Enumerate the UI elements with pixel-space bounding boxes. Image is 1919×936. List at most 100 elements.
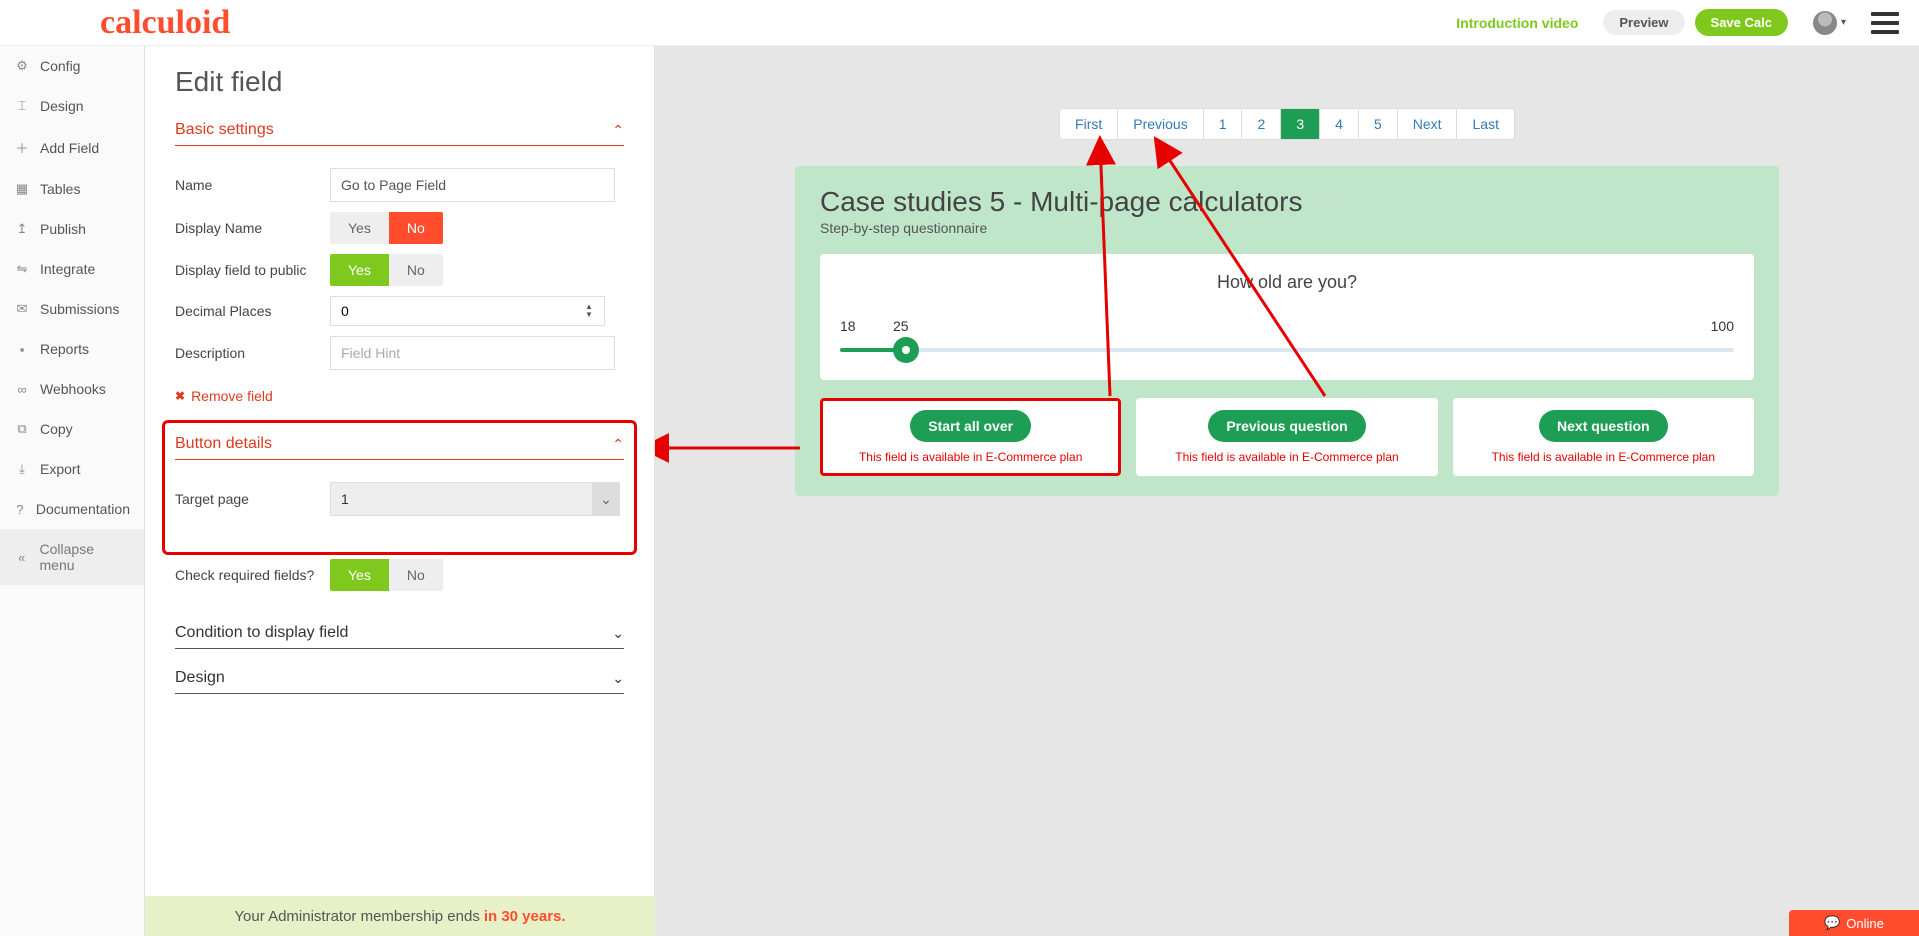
sidebar-item-publish[interactable]: ↥ Publish (0, 209, 144, 249)
display-name-toggle: Yes No (330, 212, 443, 244)
display-name-no[interactable]: No (389, 212, 443, 244)
pager-previous[interactable]: Previous (1118, 109, 1203, 139)
display-public-label: Display field to public (175, 262, 330, 278)
pager-last[interactable]: Last (1458, 109, 1514, 139)
description-input[interactable] (330, 336, 615, 370)
pager-page-1[interactable]: 1 (1204, 109, 1243, 139)
plus-icon: ＋ (14, 138, 30, 157)
question-card: How old are you? 18 25 100 (820, 254, 1754, 380)
save-calc-button[interactable]: Save Calc (1695, 9, 1788, 36)
export-icon: ⤓ (14, 461, 30, 477)
next-question-card: Next question This field is available in… (1453, 398, 1754, 476)
nav-buttons-row: Start all over This field is available i… (820, 398, 1754, 476)
name-input[interactable] (330, 168, 615, 202)
sidebar-item-label: Reports (40, 341, 89, 357)
sidebar-item-webhooks[interactable]: ∞ Webhooks (0, 369, 144, 409)
pager: First Previous 1 2 3 4 5 Next Last (1059, 108, 1515, 140)
avatar-icon (1813, 11, 1837, 35)
section-title: Design (175, 669, 225, 687)
decimal-label: Decimal Places (175, 303, 330, 319)
name-label: Name (175, 177, 330, 193)
pager-page-3[interactable]: 3 (1281, 109, 1320, 139)
check-required-no[interactable]: No (389, 559, 443, 591)
next-question-button[interactable]: Next question (1539, 410, 1668, 442)
sidebar-item-reports[interactable]: ▪Reports (0, 329, 144, 369)
sidebar-item-documentation[interactable]: ?Documentation (0, 489, 144, 529)
section-title: Basic settings (175, 121, 274, 139)
plan-note: This field is available in E-Commerce pl… (1465, 450, 1742, 464)
check-required-label: Check required fields? (175, 567, 330, 583)
sidebar-collapse[interactable]: «Collapse menu (0, 529, 144, 585)
sidebar-item-submissions[interactable]: ✉ Submissions (0, 289, 144, 329)
calculator-card: Case studies 5 - Multi-page calculators … (795, 166, 1779, 496)
editor-panel: Edit field Basic settings ⌃ Name Display… (145, 46, 655, 936)
introduction-video-link[interactable]: Introduction video (1456, 15, 1578, 31)
plan-note: This field is available in E-Commerce pl… (832, 450, 1109, 464)
slider-min: 18 (840, 318, 856, 334)
pager-page-4[interactable]: 4 (1320, 109, 1359, 139)
check-required-yes[interactable]: Yes (330, 559, 389, 591)
hamburger-menu[interactable] (1871, 12, 1899, 34)
gear-icon: ⚙ (14, 58, 30, 74)
sidebar: ⚙ Config ⌶Design ＋ Add Field ▦Tables ↥ Publ… (0, 46, 145, 936)
table-icon: ▦ (14, 181, 30, 197)
pager-next[interactable]: Next (1398, 109, 1458, 139)
chevron-down-icon: ⌄ (612, 625, 624, 642)
calculator-subtitle: Step-by-step questionnaire (820, 220, 1754, 236)
sidebar-item-label: Webhooks (40, 381, 106, 397)
sidebar-item-label: Submissions (40, 301, 119, 317)
number-spinner[interactable]: ▲▼ (585, 298, 601, 324)
rating-stars[interactable]: ☆☆☆☆☆ (1312, 195, 1403, 216)
chevron-up-icon: ⌃ (612, 436, 624, 453)
start-all-over-button[interactable]: Start all over (910, 410, 1031, 442)
display-public-no[interactable]: No (389, 254, 443, 286)
editor-title: Edit field (175, 66, 624, 98)
x-icon: ✖ (175, 389, 185, 403)
design-icon: ⌶ (14, 98, 30, 114)
display-name-label: Display Name (175, 220, 330, 236)
webhook-icon: ∞ (14, 382, 30, 397)
remove-field-link[interactable]: ✖Remove field (175, 388, 273, 404)
online-label: Online (1846, 916, 1884, 931)
decimal-input[interactable] (330, 296, 605, 326)
sidebar-item-integrate[interactable]: ⇋Integrate (0, 249, 144, 289)
question-title: How old are you? (835, 272, 1739, 293)
sidebar-item-design[interactable]: ⌶Design (0, 86, 144, 126)
sidebar-item-addfield[interactable]: ＋ Add Field (0, 126, 144, 169)
envelope-icon: ✉ (14, 301, 30, 317)
pager-first[interactable]: First (1060, 109, 1118, 139)
basic-settings-body: Name Display Name Yes No Display field t… (175, 146, 624, 420)
section-condition[interactable]: Condition to display field ⌄ (175, 616, 624, 649)
sidebar-item-label: Config (40, 58, 80, 74)
slider-value: 25 (893, 318, 909, 334)
sidebar-item-copy[interactable]: ⧉Copy (0, 409, 144, 449)
target-page-select[interactable] (330, 482, 620, 516)
age-slider[interactable]: 18 25 100 (835, 318, 1739, 352)
pager-page-2[interactable]: 2 (1243, 109, 1282, 139)
start-over-card: Start all over This field is available i… (820, 398, 1121, 476)
chat-icon: 💬 (1824, 915, 1840, 931)
online-badge[interactable]: 💬 Online (1789, 910, 1919, 936)
slider-handle[interactable] (893, 337, 919, 363)
sidebar-item-label: Add Field (40, 140, 99, 156)
preview-button[interactable]: Preview (1603, 10, 1684, 35)
app-header: calculoid Introduction video Preview Sav… (0, 0, 1919, 46)
section-design[interactable]: Design ⌄ (175, 661, 624, 694)
sidebar-item-config[interactable]: ⚙ Config (0, 46, 144, 86)
sidebar-item-tables[interactable]: ▦Tables (0, 169, 144, 209)
chevron-down-icon[interactable]: ⌄ (592, 482, 620, 516)
collapse-icon: « (14, 550, 30, 565)
previous-question-button[interactable]: Previous question (1208, 410, 1365, 442)
section-button-details[interactable]: Button details ⌃ (175, 427, 624, 460)
section-basic-settings[interactable]: Basic settings ⌃ (175, 113, 624, 146)
display-public-yes[interactable]: Yes (330, 254, 389, 286)
user-menu[interactable]: ▾ (1813, 11, 1846, 35)
chevron-up-icon: ⌃ (612, 122, 624, 139)
display-name-yes[interactable]: Yes (330, 212, 389, 244)
sidebar-item-label: Integrate (40, 261, 95, 277)
sidebar-item-label: Publish (40, 221, 86, 237)
upload-icon: ↥ (14, 221, 30, 237)
pager-page-5[interactable]: 5 (1359, 109, 1398, 139)
sidebar-item-export[interactable]: ⤓Export (0, 449, 144, 489)
sidebar-item-label: Documentation (36, 501, 130, 517)
